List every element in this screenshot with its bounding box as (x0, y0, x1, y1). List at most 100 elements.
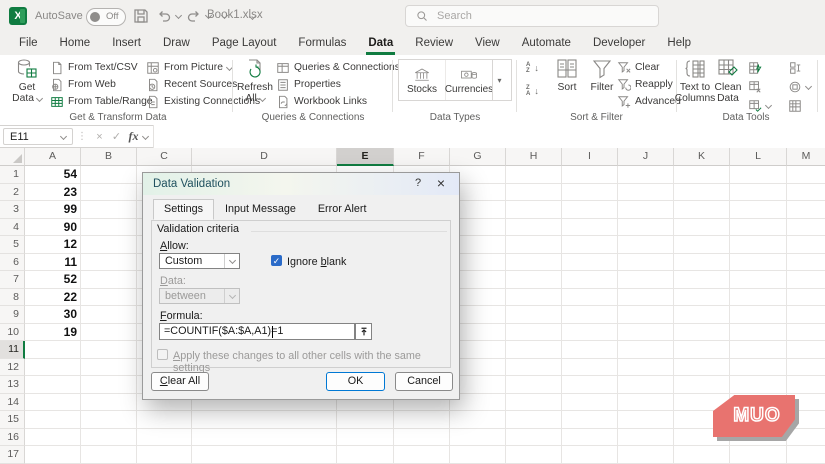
close-icon[interactable]: × (433, 175, 449, 191)
grid-cell-B12[interactable] (81, 358, 137, 376)
row-header-13[interactable]: 13 (0, 376, 25, 394)
grid-cell-H5[interactable] (506, 236, 562, 254)
workbook-links-button[interactable]: Workbook Links (276, 94, 400, 109)
grid-cell-B8[interactable] (81, 288, 137, 306)
grid-cell-H4[interactable] (506, 218, 562, 236)
grid-cell-L4[interactable] (730, 218, 787, 236)
grid-cell-I6[interactable] (562, 253, 618, 271)
grid-cell-A1[interactable]: 54 (25, 166, 81, 184)
grid-cell-B15[interactable] (81, 411, 137, 429)
grid-cell-I4[interactable] (562, 218, 618, 236)
grid-cell-H12[interactable] (506, 358, 562, 376)
tab-review[interactable]: Review (404, 32, 464, 55)
row-header-8[interactable]: 8 (0, 288, 25, 306)
grid-cell-H7[interactable] (506, 271, 562, 289)
grid-cell-I16[interactable] (562, 428, 618, 446)
grid-cell-M8[interactable] (787, 289, 825, 306)
column-header-A[interactable]: A (25, 148, 81, 166)
tab-help[interactable]: Help (656, 32, 702, 55)
ok-button[interactable]: OK (326, 372, 385, 391)
grid-cell-J10[interactable] (618, 323, 674, 341)
grid-cell-I9[interactable] (562, 306, 618, 324)
grid-cell-H14[interactable] (506, 393, 562, 411)
grid-cell-E16[interactable] (337, 428, 394, 446)
grid-cell-I10[interactable] (562, 323, 618, 341)
grid-cell-B10[interactable] (81, 323, 137, 341)
grid-cell-H17[interactable] (506, 446, 562, 464)
grid-cell-F15[interactable] (394, 411, 450, 429)
tab-formulas[interactable]: Formulas (287, 32, 357, 55)
grid-cell-G16[interactable] (450, 428, 506, 446)
grid-cell-L12[interactable] (730, 358, 787, 376)
row-header-5[interactable]: 5 (0, 236, 25, 254)
row-header-1[interactable]: 1 (0, 166, 25, 184)
manage-data-model-button[interactable] (788, 98, 811, 113)
grid-cell-K17[interactable] (674, 446, 730, 464)
grid-cell-K8[interactable] (674, 288, 730, 306)
column-header-M[interactable]: M (787, 148, 825, 166)
grid-cell-B9[interactable] (81, 306, 137, 324)
grid-cell-M7[interactable] (787, 271, 825, 289)
apply-all-checkbox[interactable] (157, 349, 168, 360)
grid-cell-B1[interactable] (81, 166, 137, 184)
column-header-E[interactable]: E (337, 148, 394, 166)
clear-filter-button[interactable]: Clear (617, 60, 681, 75)
grid-cell-I7[interactable] (562, 271, 618, 289)
properties-button[interactable]: Properties (276, 77, 400, 92)
grid-cell-B5[interactable] (81, 236, 137, 254)
grid-cell-J16[interactable] (618, 428, 674, 446)
grid-cell-B16[interactable] (81, 428, 137, 446)
tab-view[interactable]: View (464, 32, 511, 55)
grid-cell-L8[interactable] (730, 288, 787, 306)
tab-automate[interactable]: Automate (511, 32, 582, 55)
grid-cell-C17[interactable] (137, 446, 192, 464)
redo-icon[interactable] (186, 8, 202, 24)
tab-page-layout[interactable]: Page Layout (201, 32, 288, 55)
grid-cell-L3[interactable] (730, 201, 787, 219)
grid-cell-B11[interactable] (81, 341, 137, 359)
row-header-7[interactable]: 7 (0, 271, 25, 289)
stocks-button[interactable]: Stocks (399, 60, 446, 100)
grid-cell-A2[interactable]: 23 (25, 183, 81, 201)
flash-fill-button[interactable] (748, 60, 771, 75)
from-text-csv-button[interactable]: From Text/CSV (50, 60, 153, 75)
row-header-3[interactable]: 3 (0, 201, 25, 219)
grid-cell-K10[interactable] (674, 323, 730, 341)
undo-dropdown-icon[interactable] (174, 11, 183, 20)
currencies-button[interactable]: Currencies (445, 60, 493, 100)
enter-icon[interactable]: ✓ (108, 130, 125, 143)
collapse-dialog-button[interactable] (355, 323, 372, 340)
grid-cell-A4[interactable]: 90 (25, 218, 81, 236)
allow-dropdown[interactable]: Custom (159, 253, 240, 269)
grid-cell-D16[interactable] (192, 428, 337, 446)
grid-cell-I8[interactable] (562, 288, 618, 306)
grid-cell-H16[interactable] (506, 428, 562, 446)
grid-cell-K13[interactable] (674, 376, 730, 394)
formula-input[interactable] (153, 125, 825, 148)
tab-input-message[interactable]: Input Message (214, 199, 307, 220)
grid-cell-J14[interactable] (618, 393, 674, 411)
grid-cell-I11[interactable] (562, 341, 618, 359)
get-data-button[interactable]: Get Data (8, 58, 46, 104)
grid-cell-J4[interactable] (618, 218, 674, 236)
grid-cell-I17[interactable] (562, 446, 618, 464)
grid-cell-H2[interactable] (506, 183, 562, 201)
grid-cell-J2[interactable] (618, 183, 674, 201)
grid-cell-A9[interactable]: 30 (25, 306, 81, 324)
row-header-4[interactable]: 4 (0, 218, 25, 236)
grid-cell-M13[interactable] (787, 376, 825, 394)
grid-cell-A15[interactable] (25, 411, 81, 429)
grid-cell-B14[interactable] (81, 393, 137, 411)
tab-insert[interactable]: Insert (101, 32, 152, 55)
save-icon[interactable] (133, 8, 149, 24)
grid-cell-M10[interactable] (787, 324, 825, 341)
column-header-H[interactable]: H (506, 148, 562, 166)
sort-ascending-button[interactable]: A Z ↓ (526, 60, 539, 75)
text-to-columns-button[interactable]: Text to Columns (675, 58, 715, 104)
row-header-10[interactable]: 10 (0, 323, 25, 341)
grid-cell-I12[interactable] (562, 358, 618, 376)
grid-cell-J17[interactable] (618, 446, 674, 464)
grid-cell-H9[interactable] (506, 306, 562, 324)
search-box[interactable] (405, 5, 659, 27)
grid-cell-I13[interactable] (562, 376, 618, 394)
